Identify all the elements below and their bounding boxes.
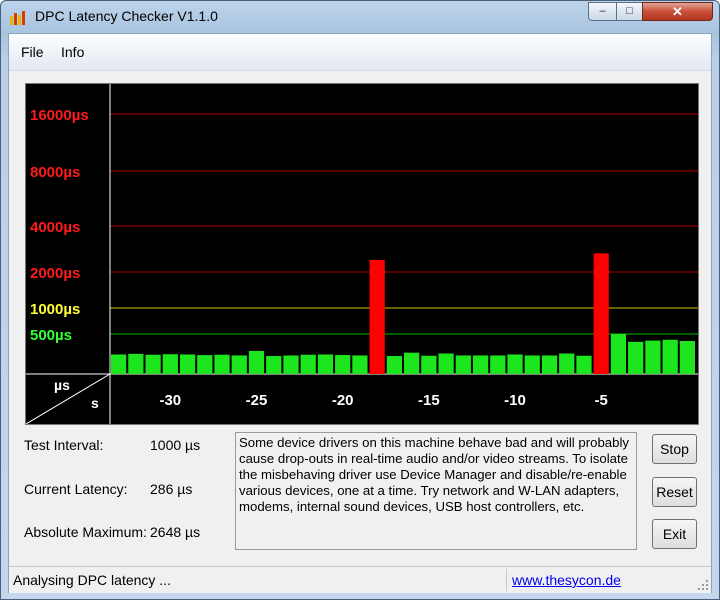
status-text: Analysing DPC latency ... [13, 572, 171, 588]
test-interval-value: 1000 µs [150, 437, 201, 453]
latency-bar [490, 355, 506, 374]
latency-bar [179, 354, 196, 374]
latency-bar [576, 355, 592, 374]
latency-bar [111, 354, 127, 374]
y-tick-label: 16000µs [30, 107, 89, 124]
absolute-max-value: 2648 µs [150, 524, 201, 540]
y-tick-label: 2000µs [30, 265, 80, 282]
y-tick-label: 8000µs [30, 164, 80, 181]
message-box: Some device drivers on this machine beha… [235, 432, 637, 550]
latency-bar [145, 354, 161, 374]
latency-bar [335, 354, 351, 374]
latency-bar [266, 355, 282, 374]
maximize-button[interactable]: □ [616, 2, 643, 21]
latency-bar [352, 355, 368, 374]
status-separator [506, 569, 507, 591]
latency-bar [369, 259, 385, 374]
latency-bar [662, 339, 678, 374]
latency-chart-svg: 16000µs 8000µs 4000µs 2000µs 1000µs 500µs µs s -… [26, 84, 698, 424]
latency-bar [628, 341, 644, 374]
reset-button[interactable]: Reset [652, 477, 697, 507]
latency-chart: 16000µs 8000µs 4000µs 2000µs 1000µs 500µs µs s -… [25, 83, 699, 425]
y-tick-label: 1000µs [30, 301, 80, 318]
website-link[interactable]: www.thesycon.de [512, 572, 621, 588]
stop-button[interactable]: Stop [652, 434, 697, 464]
app-icon [10, 11, 25, 25]
latency-bar [283, 355, 299, 374]
app-window: DPC Latency Checker V1.1.0 – □ ✕ File In… [0, 0, 720, 600]
latency-bar [645, 340, 661, 374]
latency-bar [438, 353, 454, 374]
latency-bar [300, 354, 316, 374]
y-tick-label: 500µs [30, 327, 72, 344]
latency-bar [386, 355, 402, 374]
latency-bar [541, 355, 558, 374]
latency-bar [524, 355, 540, 374]
latency-bar [231, 355, 247, 374]
latency-bar [248, 350, 265, 374]
latency-bar [421, 355, 437, 374]
latency-bar [404, 352, 420, 374]
latency-bar [214, 354, 230, 374]
minimize-button[interactable]: – [588, 2, 617, 21]
latency-bar [610, 334, 627, 374]
y-unit-label: µs [54, 377, 70, 393]
resize-grip-icon[interactable] [697, 579, 709, 591]
x-tick-label: -20 [332, 392, 354, 409]
x-unit-label: s [91, 395, 99, 411]
latency-bar [162, 354, 178, 374]
test-interval-label: Test Interval: [24, 437, 104, 453]
latency-bar [679, 341, 695, 374]
menu-bar: File Info [9, 34, 711, 71]
x-tick-label: -5 [595, 392, 608, 409]
latency-bar [128, 353, 144, 374]
latency-bar [317, 354, 334, 374]
menu-file[interactable]: File [21, 44, 44, 60]
latency-bar [455, 355, 471, 374]
x-tick-label: -15 [418, 392, 440, 409]
latency-bar [472, 355, 489, 374]
y-tick-label: 4000µs [30, 219, 80, 236]
latency-bar [507, 354, 523, 374]
exit-button[interactable]: Exit [652, 519, 697, 549]
window-title: DPC Latency Checker V1.1.0 [35, 8, 218, 24]
latency-bar [593, 253, 609, 374]
x-tick-label: -25 [246, 392, 268, 409]
status-bar: Analysing DPC latency ... www.thesycon.d… [9, 566, 711, 593]
latency-bar [559, 353, 575, 374]
x-tick-label: -30 [159, 392, 181, 409]
latency-bar [197, 355, 213, 374]
x-tick-label: -10 [504, 392, 526, 409]
title-bar[interactable]: DPC Latency Checker V1.1.0 – □ ✕ [1, 1, 719, 33]
current-latency-label: Current Latency: [24, 481, 128, 497]
menu-info[interactable]: Info [61, 44, 84, 60]
current-latency-value: 286 µs [150, 481, 193, 497]
client-area: File Info 16000µs 8000µs 4000µs 2000µs 1000µ… [8, 33, 712, 593]
absolute-max-label: Absolute Maximum: [24, 524, 147, 540]
close-button[interactable]: ✕ [642, 2, 713, 21]
